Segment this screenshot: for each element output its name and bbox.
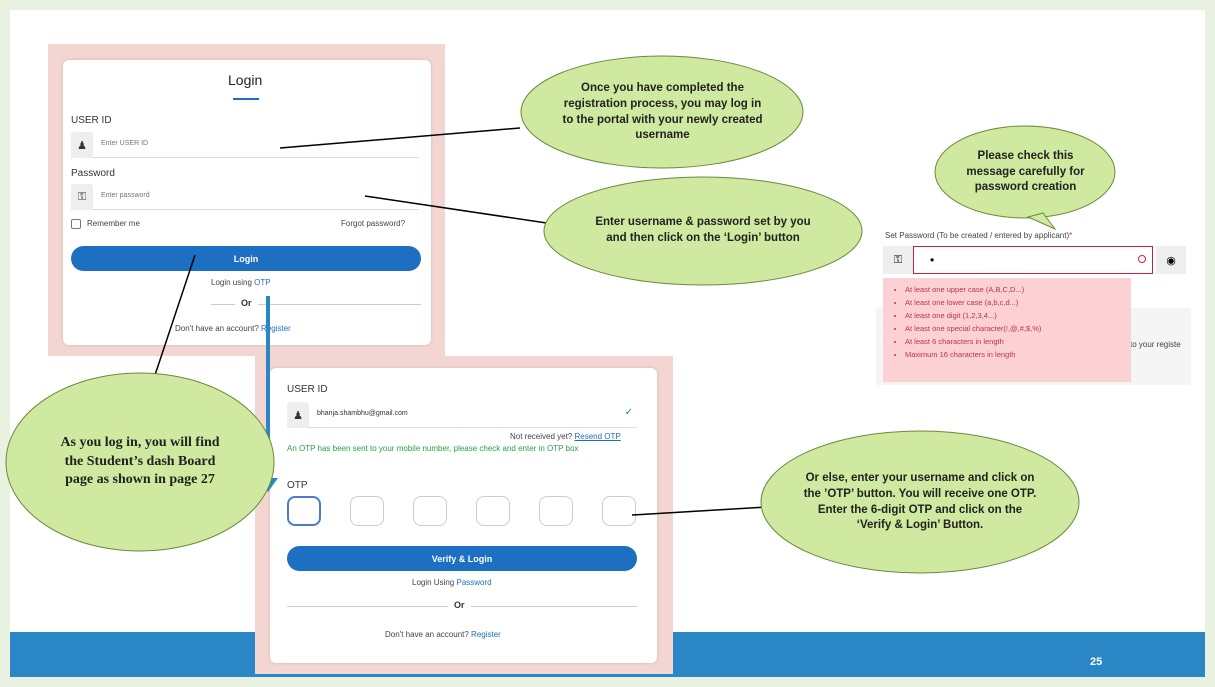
callout-check-message-text: Please check this message carefully for … bbox=[966, 150, 1085, 194]
callout-enter-credentials-text: Enter username & password set by you and… bbox=[595, 216, 811, 244]
callout-registration: Once you have completed the registration… bbox=[520, 55, 805, 170]
callout-dashboard-text: As you log in, you will find the Student… bbox=[60, 434, 220, 488]
callout-otp-instructions-text: Or else, enter your username and click o… bbox=[803, 472, 1037, 532]
callout-otp-instructions: Or else, enter your username and click o… bbox=[760, 430, 1080, 575]
callout-registration-text: Once you have completed the registration… bbox=[562, 82, 763, 142]
callout-dashboard: As you log in, you will find the Student… bbox=[5, 372, 275, 552]
callout-check-message: Please check this message carefully for … bbox=[933, 125, 1118, 231]
callout-enter-credentials: Enter username & password set by you and… bbox=[543, 176, 863, 286]
